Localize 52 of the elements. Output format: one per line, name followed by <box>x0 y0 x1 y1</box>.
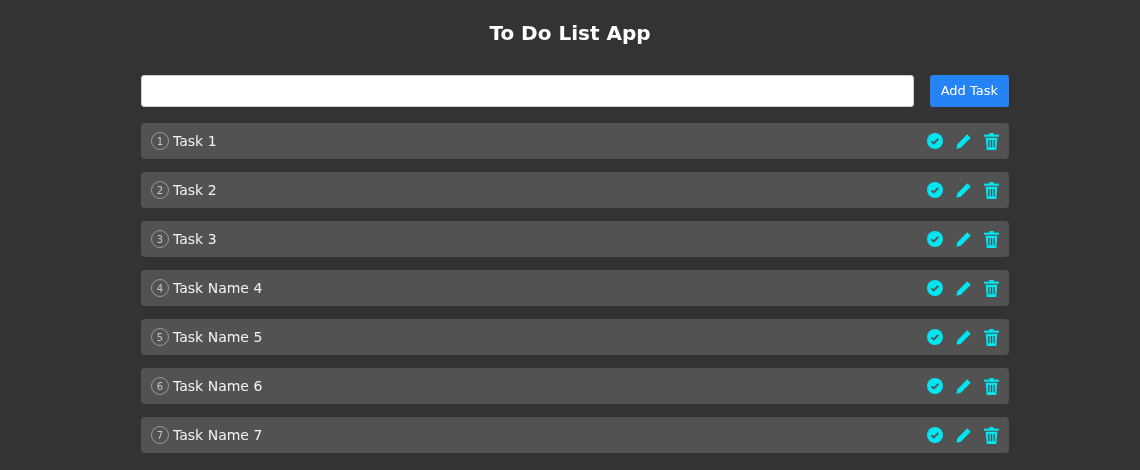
add-task-button[interactable]: Add Task <box>929 75 1009 107</box>
check-icon <box>927 231 943 247</box>
task-label: Task 3 <box>173 229 217 249</box>
delete-button[interactable] <box>984 181 999 199</box>
trash-icon <box>984 377 999 395</box>
edit-button[interactable] <box>955 328 972 346</box>
delete-button[interactable] <box>984 230 999 248</box>
delete-button[interactable] <box>984 426 999 444</box>
delete-button[interactable] <box>984 132 999 150</box>
delete-button[interactable] <box>984 377 999 395</box>
complete-button[interactable] <box>927 133 943 149</box>
edit-button[interactable] <box>955 181 972 199</box>
check-icon <box>927 280 943 296</box>
task-label: Task Name 6 <box>173 376 263 396</box>
complete-button[interactable] <box>927 427 943 443</box>
edit-button[interactable] <box>955 279 972 297</box>
trash-icon <box>984 279 999 297</box>
task-label: Task 2 <box>173 180 217 200</box>
edit-button[interactable] <box>955 426 972 444</box>
pencil-icon <box>955 377 972 395</box>
check-icon <box>927 378 943 394</box>
task-input-field[interactable] <box>141 75 914 107</box>
complete-button[interactable] <box>927 378 943 394</box>
task-label: Task Name 5 <box>173 327 263 347</box>
check-icon <box>927 329 943 345</box>
check-icon <box>927 133 943 149</box>
task-label: Task 1 <box>173 131 217 151</box>
trash-icon <box>984 230 999 248</box>
edit-button[interactable] <box>955 377 972 395</box>
edit-button[interactable] <box>955 132 972 150</box>
pencil-icon <box>955 279 972 297</box>
complete-button[interactable] <box>927 329 943 345</box>
check-icon <box>927 182 943 198</box>
complete-button[interactable] <box>927 231 943 247</box>
check-icon <box>927 427 943 443</box>
pencil-icon <box>955 181 972 199</box>
delete-button[interactable] <box>984 328 999 346</box>
app-title: To Do List App <box>488 20 652 46</box>
pencil-icon <box>955 426 972 444</box>
trash-icon <box>984 181 999 199</box>
trash-icon <box>984 132 999 150</box>
trash-icon <box>984 328 999 346</box>
edit-button[interactable] <box>955 230 972 248</box>
delete-button[interactable] <box>984 279 999 297</box>
complete-button[interactable] <box>927 280 943 296</box>
pencil-icon <box>955 132 972 150</box>
trash-icon <box>984 426 999 444</box>
task-label: Task Name 4 <box>173 278 263 298</box>
pencil-icon <box>955 230 972 248</box>
complete-button[interactable] <box>927 182 943 198</box>
task-label: Task Name 7 <box>173 425 263 445</box>
pencil-icon <box>955 328 972 346</box>
